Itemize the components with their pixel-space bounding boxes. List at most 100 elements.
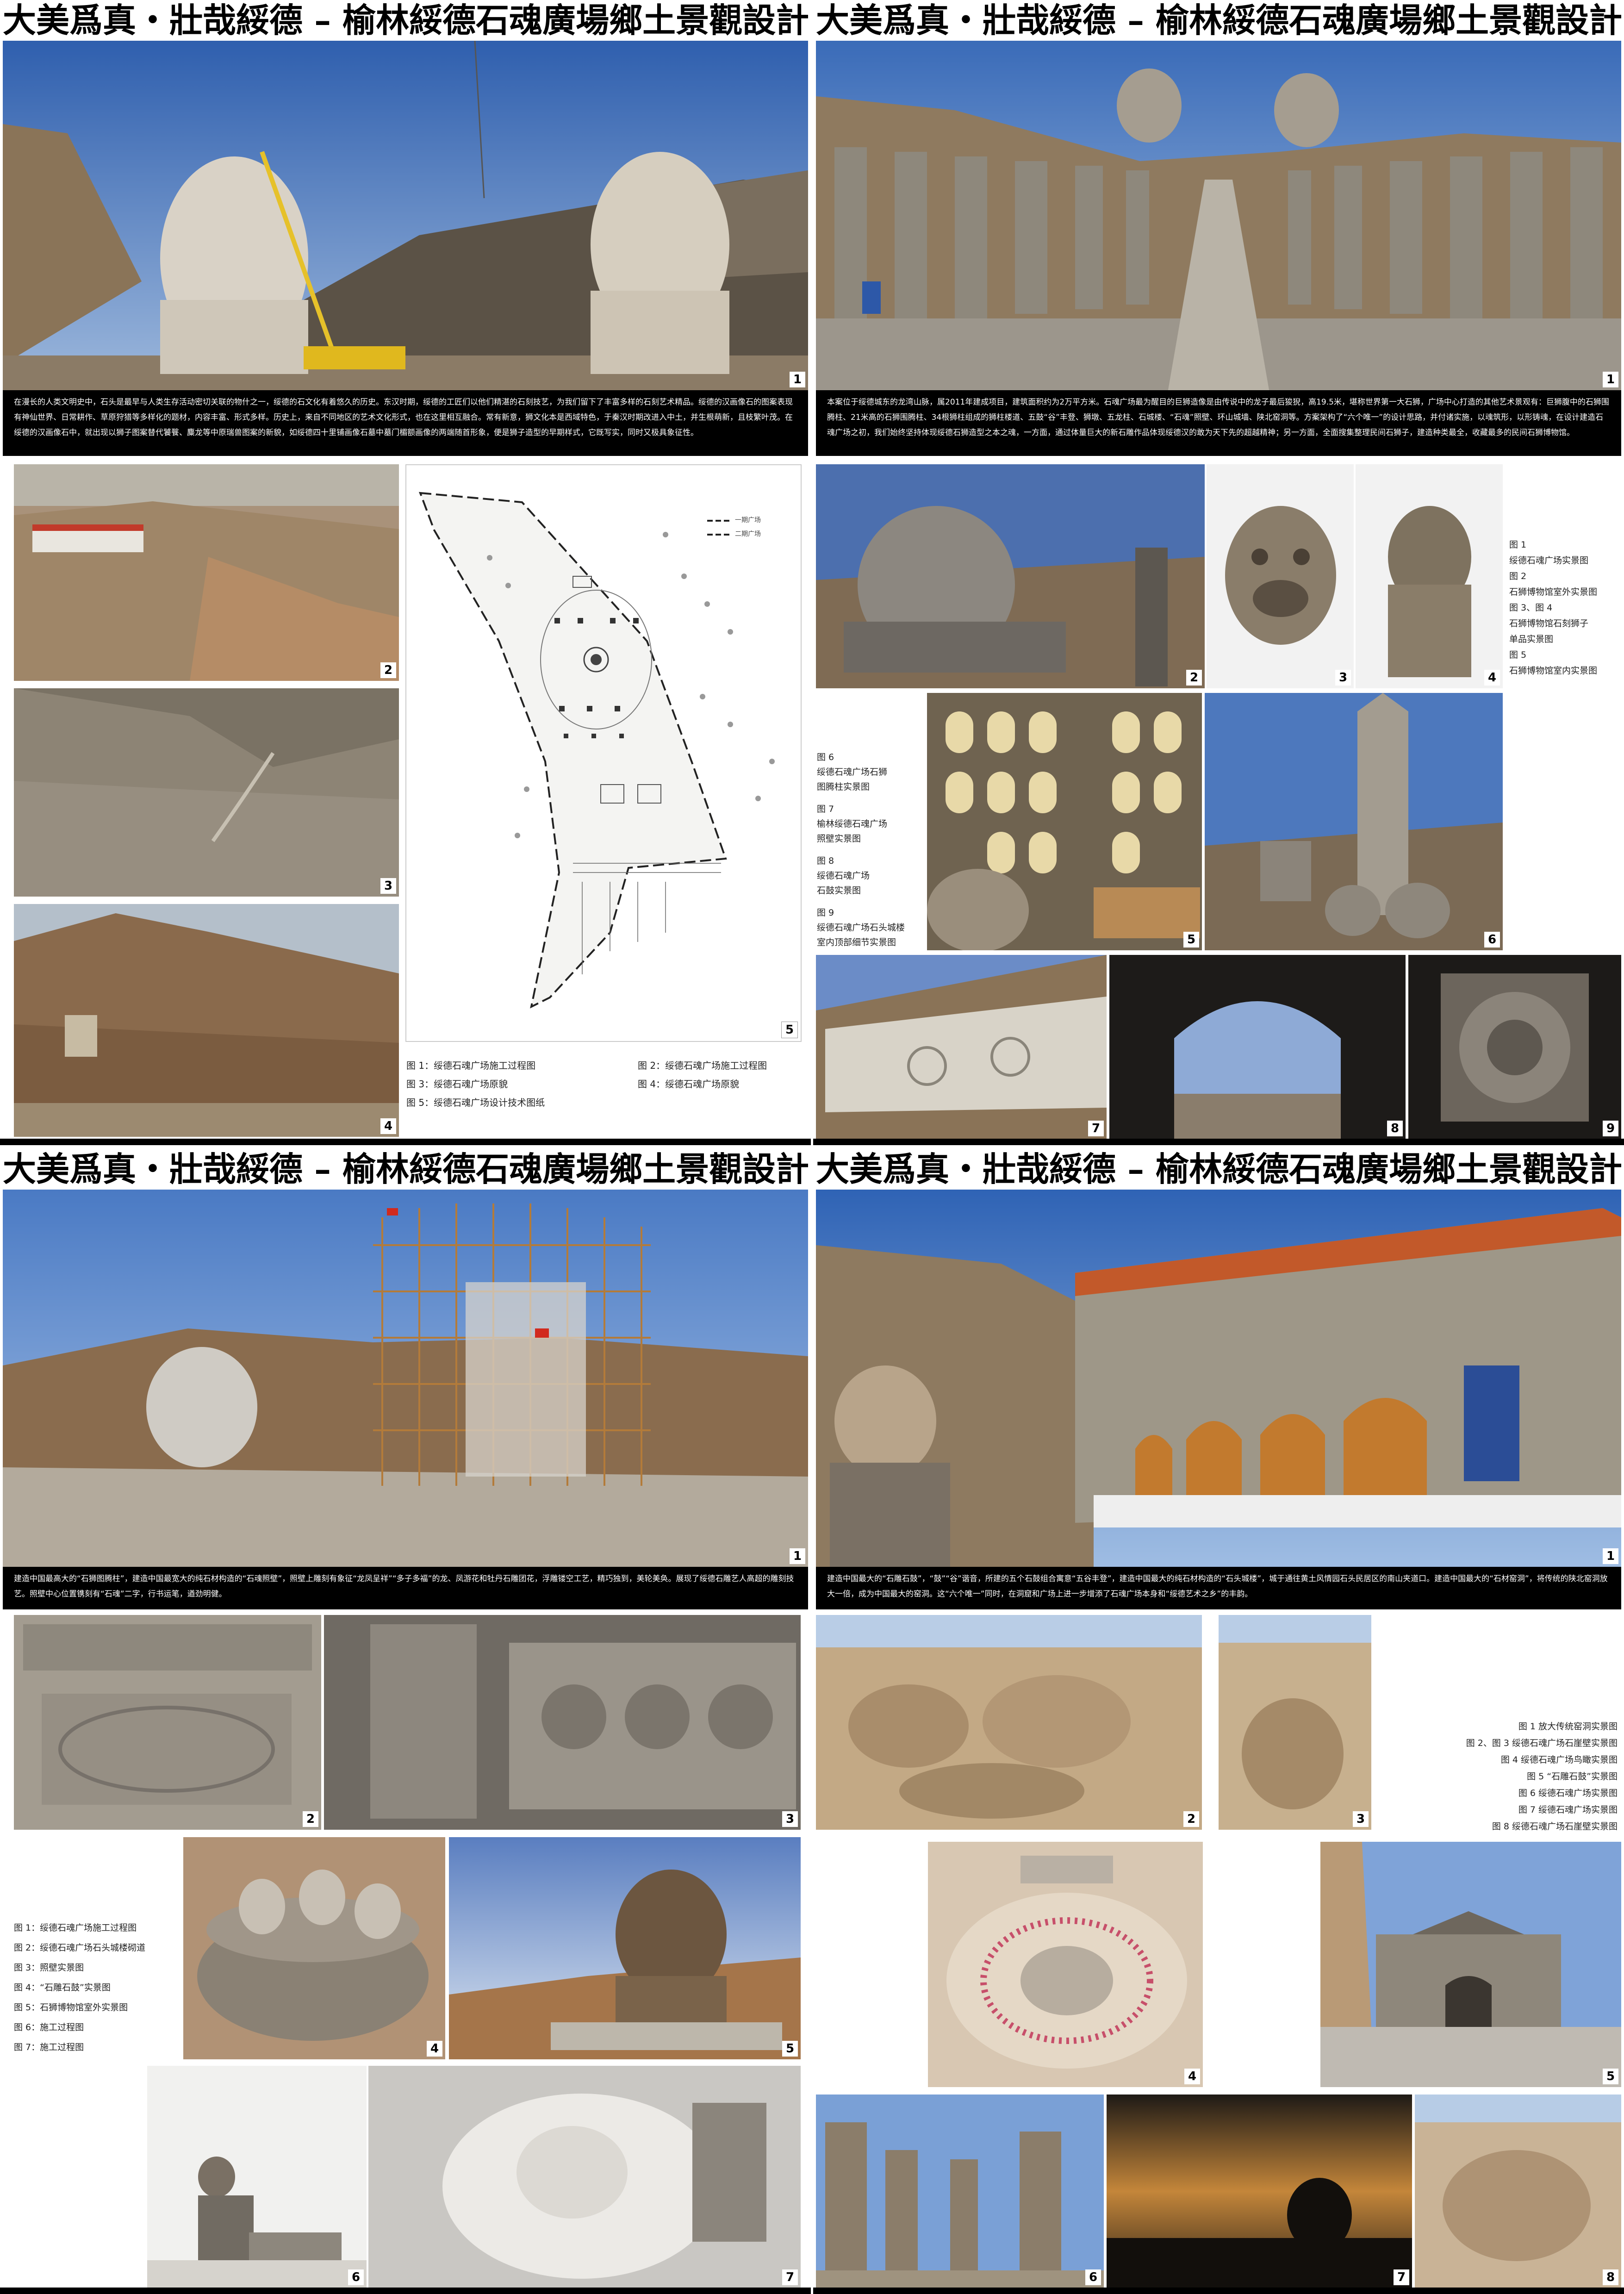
photo-screen-wall-detail: 3: [324, 1615, 801, 1830]
captions-board-1: 图 1：绥德石魂广场施工过程图 图 2：绥德石魂广场施工过程图 图 3：绥德石魂广…: [406, 1056, 804, 1112]
photo-cliff-relief-3: 8: [1415, 2095, 1621, 2288]
board-3: 大美爲真・壯哉綏德 – 榆林綏德石魂廣場鄉土景觀設計 1 建造中国最高大的“石狮…: [0, 1149, 811, 2294]
photo-stone-cave-building: 1: [816, 1190, 1621, 1567]
board-title: 大美爲真・壯哉綏德 – 榆林綏德石魂廣場鄉土景觀設計: [0, 0, 811, 41]
photo-number: 3: [1353, 1811, 1369, 1827]
photo-lion-head: 3: [1207, 464, 1354, 688]
captions-board-4: 图 1 放大传统窑洞实景图 图 2、图 3 绥德石魂广场石崖壁实景图 图 4 绥…: [1400, 1718, 1618, 1835]
board-bottom-rule: [0, 1139, 811, 1145]
photo-lion-pillars-sky: 6: [816, 2095, 1104, 2288]
board-bottom-rule: [813, 2288, 1624, 2294]
photo-scaffolding-construction: 1: [3, 1190, 808, 1567]
caption: 图 6: [817, 752, 834, 762]
board-title: 大美爲真・壯哉綏德 – 榆林綏德石魂廣場鄉土景觀設計: [813, 1149, 1624, 1190]
caption: 单品实景图: [1509, 634, 1554, 644]
board-description: 建造中国最高大的“石狮图腾柱”，建造中国最宽大的纯石材构造的“石魂照壁”，照壁上…: [3, 1567, 808, 1609]
photo-lion-pillar-avenue: 1: [816, 41, 1621, 390]
photo-number: 5: [1603, 2069, 1618, 2084]
photo-number: 4: [1184, 2069, 1200, 2084]
photo-lion-statue-sunset: 5: [449, 1837, 801, 2059]
board-4: 大美爲真・壯哉綏德 – 榆林綏德石魂廣場鄉土景觀設計 1 建造中国最大的“石雕石…: [813, 1149, 1624, 2294]
captions-board-2a: 图 1 绥德石魂广场实景图 图 2 石狮博物馆室外实景图 图 3、图 4 石狮博…: [1509, 537, 1620, 679]
caption: 图 2: [1509, 571, 1527, 581]
photo-number: 4: [427, 2041, 442, 2057]
photo-stone-drum-arch: 8: [1109, 955, 1406, 1139]
photo-city-gate: 5: [1320, 1842, 1621, 2087]
captions-board-3: 图 1：绥德石魂广场施工过程图 图 2：绥德石魂广场石头城楼砌道 图 3：照壁实…: [14, 1918, 190, 2057]
caption: 图 3：绥德石魂广场原貌: [406, 1078, 508, 1090]
photo-number: 5: [782, 2041, 798, 2057]
caption: 图 9: [817, 908, 834, 918]
caption: 图腾柱实景图: [817, 782, 870, 792]
board-1: 大美爲真・壯哉綏德 – 榆林綏德石魂廣場鄉土景觀設計 1 在漫长的人类文明史中，…: [0, 0, 811, 1145]
caption: 图 8 绥德石魂广场石崖壁实景图: [1492, 1821, 1618, 1832]
photo-number: 6: [1484, 932, 1500, 948]
photo-lion-sculpture: 4: [1356, 464, 1503, 688]
photo-number: 7: [1088, 1121, 1104, 1136]
caption: 图 6 绥德石魂广场实景图: [1518, 1788, 1618, 1798]
caption: 图 2：绥德石魂广场施工过程图: [638, 1060, 767, 1071]
photo-number: 7: [1394, 2269, 1409, 2285]
photo-number: 1: [790, 1548, 805, 1564]
caption: 图 7：施工过程图: [14, 2042, 84, 2052]
caption: 图 6：施工过程图: [14, 2022, 84, 2032]
photo-site-original-2: 3: [14, 688, 399, 897]
photo-number: 1: [790, 372, 805, 387]
caption: 榆林绥德石魂广场: [817, 819, 888, 829]
caption: 图 1：绥德石魂广场施工过程图: [406, 1060, 536, 1071]
caption: 图 5：绥德石魂广场设计技术图纸: [406, 1097, 545, 1108]
photo-museum-interior: 5: [927, 693, 1202, 950]
caption: 图 4 绥德石魂广场鸟瞰实景图: [1500, 1755, 1618, 1765]
photo-number: 6: [348, 2269, 364, 2285]
photo-number: 9: [1603, 1121, 1618, 1136]
board-description: 建造中国最大的“石雕石鼓”，“鼓”“谷”谐音，所建的五个石鼓组合寓意“五谷丰登”…: [816, 1567, 1621, 1609]
captions-board-2b: 图 6 绥德石魂广场石狮 图腾柱实景图 图 7 榆林绥德石魂广场 照壁实景图 图…: [817, 750, 928, 950]
photo-carving-dust: 7: [368, 2066, 801, 2288]
board-2: 大美爲真・壯哉綏德 – 榆林綏德石魂廣場鄉土景觀設計 1 本案位于绥德城东的龙湾…: [813, 0, 1624, 1145]
photo-number: 8: [1387, 1121, 1403, 1136]
plan-drawing: 一期广场 二期广场 5: [405, 464, 802, 1042]
photo-number: 2: [1186, 670, 1202, 686]
photo-plaza-aerial: 4: [928, 1842, 1203, 2087]
board-title: 大美爲真・壯哉綏德 – 榆林綏德石魂廣場鄉土景觀設計: [0, 1149, 811, 1190]
photo-cliff-relief-1: 2: [816, 1615, 1202, 1830]
caption: 图 1 放大传统窑洞实景图: [1518, 1721, 1618, 1732]
photo-number: 5: [1183, 932, 1199, 948]
photo-number: 4: [380, 1118, 396, 1134]
photo-number: 3: [1335, 670, 1351, 686]
photo-cliff-relief-2: 3: [1219, 1615, 1371, 1830]
caption: 图 5 “石雕石鼓”实景图: [1527, 1771, 1618, 1782]
caption: 图 7: [817, 804, 834, 814]
photo-number: 3: [380, 878, 396, 894]
board-bottom-rule: [813, 1139, 1624, 1145]
caption: 图 7 绥德石魂广场实景图: [1518, 1805, 1618, 1815]
photo-number: 5: [781, 1022, 798, 1038]
board-description: 在漫长的人类文明史中，石头是最早与人类生存活动密切关联的物什之一，绥德的石文化有…: [3, 390, 808, 456]
plan-legend-phase1: 一期广场: [735, 517, 761, 524]
photo-number: 2: [303, 1811, 318, 1827]
caption: 图 4：“石雕石鼓”实景图: [14, 1982, 111, 1993]
photo-number: 8: [1603, 2269, 1618, 2285]
caption: 石狮博物馆室内实景图: [1509, 666, 1598, 676]
plan-legend-phase2: 二期广场: [735, 530, 761, 538]
photo-site-original-3: 4: [14, 904, 399, 1137]
photo-stone-relief-panel: 2: [14, 1615, 321, 1830]
photo-museum-exterior: 2: [816, 464, 1205, 688]
photo-number: 7: [782, 2269, 798, 2285]
photo-number: 1: [1603, 372, 1618, 387]
caption: 图 2、图 3 绥德石魂广场石崖壁实景图: [1466, 1738, 1618, 1748]
caption: 图 1: [1509, 540, 1527, 550]
caption: 图 3：照壁实景图: [14, 1963, 84, 1973]
caption: 图 4：绥德石魂广场原貌: [638, 1078, 740, 1090]
photo-stone-screen-wall: 7: [816, 955, 1107, 1139]
caption: 照壁实景图: [817, 834, 861, 844]
caption: 绥德石魂广场实景图: [1509, 555, 1589, 566]
photo-ceiling-detail: 9: [1408, 955, 1621, 1139]
caption: 室内顶部细节实景图: [817, 937, 896, 948]
photo-number: 6: [1085, 2269, 1101, 2285]
caption: 石鼓实景图: [817, 885, 861, 896]
photo-number: 2: [1183, 1811, 1199, 1827]
caption: 图 8: [817, 856, 834, 866]
board-title: 大美爲真・壯哉綏德 – 榆林綏德石魂廣場鄉土景觀設計: [813, 0, 1624, 41]
photo-number: 1: [1603, 1548, 1618, 1564]
